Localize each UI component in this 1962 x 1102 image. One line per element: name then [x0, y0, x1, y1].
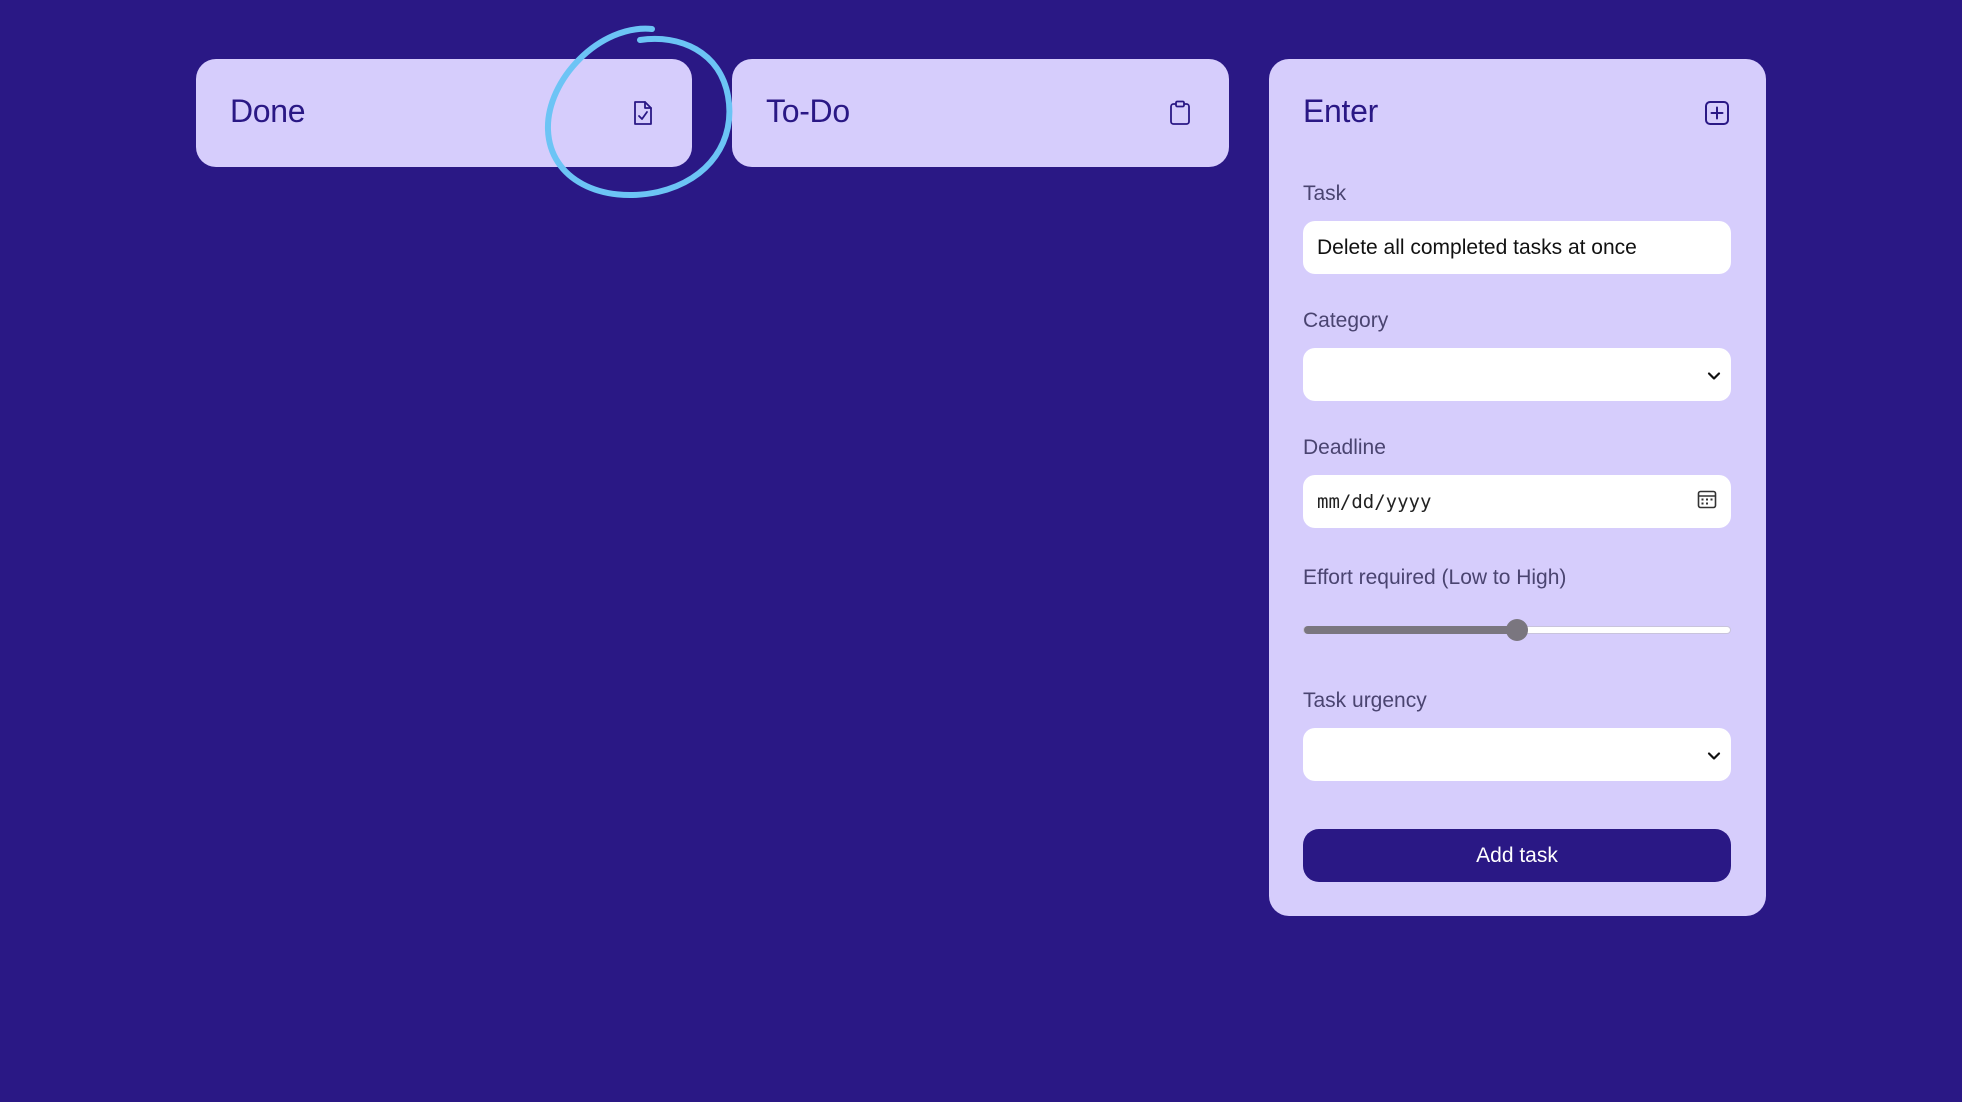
done-title: Done — [230, 93, 306, 129]
add-task-button[interactable]: Add task — [1303, 829, 1731, 882]
chevron-down-icon — [1707, 743, 1721, 767]
plus-square-icon[interactable] — [1702, 98, 1732, 128]
urgency-label: Task urgency — [1303, 689, 1427, 712]
deadline-label: Deadline — [1303, 436, 1386, 459]
app-stage: Done To-Do Enter Task Delete all complet… — [0, 0, 1962, 1102]
category-label: Category — [1303, 309, 1389, 332]
deadline-placeholder: mm/dd/yyyy — [1317, 490, 1432, 513]
task-input-value: Delete all completed tasks at once — [1317, 235, 1637, 259]
effort-slider[interactable] — [1303, 619, 1731, 641]
todo-column: To-Do — [732, 59, 1229, 167]
enter-panel: Enter Task Delete all completed tasks at… — [1269, 59, 1766, 916]
todo-title: To-Do — [766, 93, 850, 129]
effort-slider-thumb[interactable] — [1506, 619, 1528, 641]
file-check-icon[interactable] — [628, 98, 658, 128]
calendar-icon[interactable] — [1697, 489, 1717, 514]
task-label: Task — [1303, 182, 1347, 205]
urgency-select[interactable] — [1303, 728, 1731, 781]
clipboard-icon[interactable] — [1165, 98, 1195, 128]
done-column: Done — [196, 59, 692, 167]
chevron-down-icon — [1707, 363, 1721, 387]
effort-slider-fill — [1304, 626, 1517, 634]
enter-title: Enter — [1303, 93, 1378, 129]
category-select[interactable] — [1303, 348, 1731, 401]
effort-label: Effort required (Low to High) — [1303, 566, 1567, 589]
task-input[interactable]: Delete all completed tasks at once — [1303, 221, 1731, 274]
deadline-date-input[interactable]: mm/dd/yyyy — [1303, 475, 1731, 528]
